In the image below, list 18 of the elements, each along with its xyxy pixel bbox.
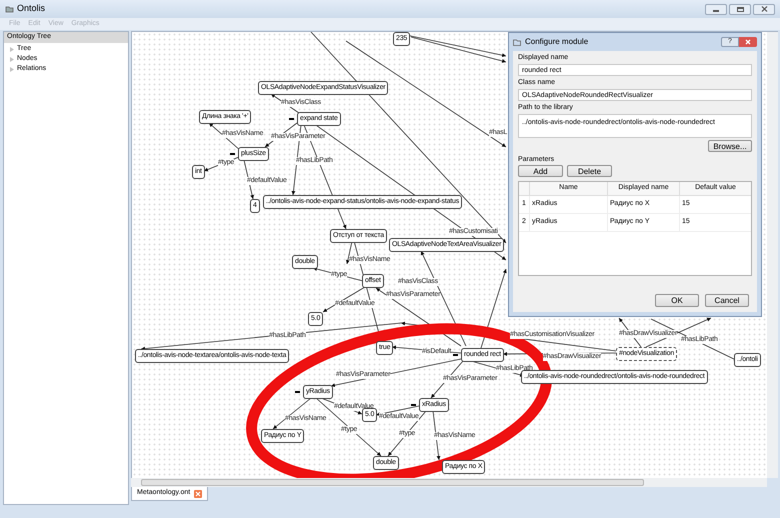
close-icon[interactable]: [753, 4, 775, 14]
horizontal-scrollbar[interactable]: [131, 478, 767, 487]
expand-arrow-icon[interactable]: [10, 56, 14, 62]
close-button[interactable]: [739, 37, 757, 47]
expand-arrow-icon[interactable]: [10, 66, 14, 72]
window-title: Ontolis: [17, 2, 46, 16]
delete-button[interactable]: Delete: [567, 165, 612, 177]
ok-button[interactable]: OK: [655, 294, 699, 307]
vertical-scrollbar[interactable]: [767, 31, 778, 478]
dialog-icon: [513, 38, 521, 46]
dialog-title: Configure module: [525, 36, 588, 48]
expand-arrow-icon[interactable]: [10, 46, 14, 52]
add-button[interactable]: Add: [518, 165, 563, 177]
browse-button[interactable]: Browse...: [708, 140, 752, 152]
maximize-icon[interactable]: [729, 4, 751, 14]
cancel-button[interactable]: Cancel: [705, 294, 749, 307]
minimize-icon[interactable]: [705, 4, 727, 14]
app-icon: [5, 5, 14, 13]
